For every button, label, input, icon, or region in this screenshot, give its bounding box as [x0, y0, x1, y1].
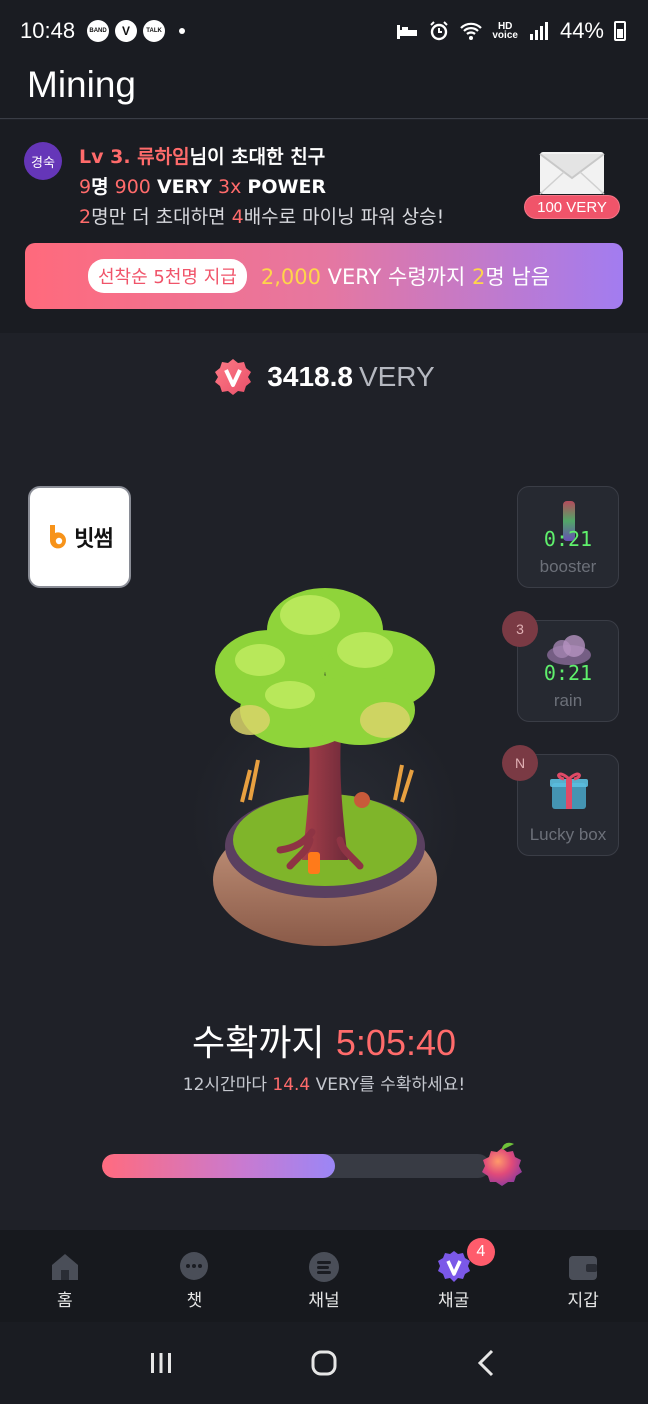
home-icon [51, 1254, 78, 1280]
status-left: 10:48 BAND V TALK [20, 18, 186, 44]
invite-needed-count: 2 [79, 206, 92, 228]
balance-unit: VERY [358, 361, 435, 392]
invite-reward-pill[interactable]: 100 VERY [524, 195, 620, 219]
invite-count-unit: 명 [91, 176, 109, 198]
rain-label: rain [553, 691, 583, 710]
lucky-box-label: Lucky box [529, 825, 607, 844]
wallet-icon [569, 1256, 598, 1280]
back-icon[interactable] [469, 1345, 505, 1381]
signal-icon [529, 22, 548, 40]
tab-channel[interactable]: 채널 [259, 1230, 389, 1322]
harvest-progress-fill [102, 1154, 335, 1178]
booster-label: booster [539, 557, 597, 576]
invite-multiplier: 3x [218, 176, 242, 198]
invite-power-multiplier: 4 [231, 206, 244, 228]
user-rank-badge: 경숙 [24, 142, 62, 180]
invite-multiplier-unit: POWER [247, 176, 327, 198]
invite-line3-text1: 명만 더 초대하면 [91, 206, 226, 228]
balance-value: 3418.8 [267, 361, 353, 392]
bottom-tab-bar: 홈 챗 채널 채굴 4 지갑 [0, 1230, 648, 1322]
app-header: Mining [0, 62, 648, 119]
talk-notification-icon: TALK [143, 20, 166, 42]
channel-icon [308, 1252, 339, 1282]
mining-balance: 3418.8 VERY [267, 361, 434, 393]
harvest-progress-bar [102, 1154, 490, 1178]
page-title: Mining [27, 64, 136, 105]
mining-icon [437, 1251, 470, 1282]
invite-line3-text2: 배수로 마이닝 파워 상승! [243, 206, 445, 228]
invite-line-3: 2명만 더 초대하면 4배수로 마이닝 파워 상승! [79, 202, 444, 232]
band-notification-icon: BAND [87, 20, 110, 42]
chat-icon [180, 1252, 209, 1280]
promo-tag: 선착순 5천명 지급 [88, 259, 247, 293]
harvest-subtitle: 12시간마다 14.4 VERY를 수확하세요! [0, 1070, 648, 1095]
invite-line-2: 9명 900 VERY 3x POWER [79, 172, 444, 202]
wifi-icon [460, 22, 483, 40]
rain-timer: 0:21 [543, 661, 593, 685]
tab-wallet[interactable]: 지갑 [518, 1230, 648, 1322]
system-nav-bar [0, 1322, 648, 1404]
rain-count-badge: 3 [502, 611, 538, 647]
status-bar: 10:48 BAND V TALK HD voice 44% [0, 0, 648, 62]
invite-level: Lv 3. 류하임 [79, 146, 190, 168]
alarm-icon [430, 21, 449, 41]
promo-text2: 명 남음 [485, 265, 551, 289]
harvest-sub-prefix: 12시간마다 [182, 1075, 267, 1095]
bithumb-logo-icon [50, 525, 67, 549]
tab-mining[interactable]: 채굴 4 [389, 1230, 519, 1322]
invite-summary[interactable]: Lv 3. 류하임님이 초대한 친구 9명 900 VERY 3x POWER … [79, 142, 444, 232]
tab-chat-label: 챗 [186, 1291, 203, 1311]
promo-text: 2,000 VERY 수령까지 2명 남음 [261, 261, 550, 291]
tab-home[interactable]: 홈 [0, 1230, 130, 1322]
battery-percent: 44% [559, 18, 604, 43]
recent-apps-icon[interactable] [143, 1345, 179, 1381]
clock: 10:48 [20, 18, 76, 43]
mining-tree-illustration[interactable] [190, 570, 460, 960]
promo-text1: VERY 수령까지 [327, 265, 466, 289]
tab-wallet-label: 지갑 [567, 1291, 599, 1311]
invite-count: 9 [79, 176, 92, 198]
very-notification-icon: V [115, 20, 138, 42]
mining-notification-badge: 4 [466, 1238, 495, 1266]
booster-timer: 0:21 [543, 527, 593, 551]
harvest-countdown: 수확까지 5:05:40 [0, 1014, 648, 1066]
harvest-timer: 5:05:40 [335, 1022, 457, 1063]
tab-home-label: 홈 [56, 1291, 73, 1311]
harvest-title-label: 수확까지 [191, 1023, 325, 1064]
balance-row: 3418.8 VERY [0, 355, 648, 399]
invite-line1-text: 님이 초대한 친구 [189, 146, 326, 168]
harvest-amount: 14.4 [272, 1075, 311, 1095]
tab-mining-label: 채굴 [437, 1291, 470, 1311]
partner-bithumb-button[interactable]: 빗썸 [28, 486, 131, 588]
v-badge-icon [215, 359, 252, 395]
sleep-mode-icon [397, 25, 418, 39]
status-right: HD voice 44% [396, 18, 626, 44]
promo-amount: 2,000 [260, 265, 321, 289]
lucky-box-badge: N [502, 745, 538, 781]
very-fruit-icon [482, 1142, 522, 1186]
invite-amount-unit: VERY [156, 176, 212, 198]
invite-amount: 900 [114, 176, 151, 198]
battery-icon [614, 21, 626, 41]
tab-channel-label: 채널 [308, 1291, 340, 1311]
harvest-sub-suffix: VERY를 수확하세요! [315, 1075, 466, 1095]
invite-line-1: Lv 3. 류하임님이 초대한 친구 [79, 142, 444, 172]
home-nav-icon[interactable] [306, 1345, 342, 1381]
envelope-icon[interactable] [536, 150, 608, 196]
hd-voice-icon: HD voice [492, 21, 518, 41]
promo-remaining: 2 [472, 265, 486, 289]
gift-icon [550, 772, 588, 809]
tab-chat[interactable]: 챗 [130, 1230, 260, 1322]
invite-section: 경숙 Lv 3. 류하임님이 초대한 친구 9명 900 VERY 3x POW… [0, 120, 648, 333]
partner-name: 빗썸 [74, 527, 113, 552]
promo-banner[interactable]: 선착순 5천명 지급 2,000 VERY 수령까지 2명 남음 [25, 243, 623, 309]
booster-card[interactable]: 0:21 booster [517, 486, 619, 588]
more-notifications-icon [179, 28, 186, 34]
